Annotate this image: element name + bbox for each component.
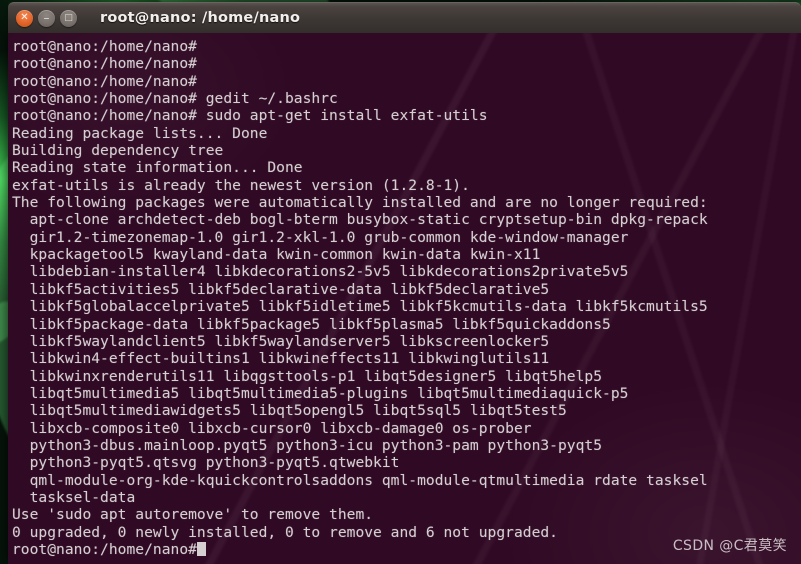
close-icon: ✕	[20, 12, 29, 23]
terminal-line: apt-clone archdetect-deb bogl-bterm busy…	[12, 211, 708, 229]
terminal-line: tasksel-data	[12, 488, 136, 506]
terminal-line: qml-module-org-kde-kquickcontrolsaddons …	[12, 471, 708, 489]
terminal-line: python3-pyqt5.qtsvg python3-pyqt5.qtwebk…	[12, 454, 400, 472]
terminal-line: exfat-utils is already the newest versio…	[12, 176, 470, 194]
close-button[interactable]: ✕	[16, 9, 33, 27]
terminal-line: root@nano:/home/nano#	[12, 72, 197, 90]
watermark-label: CSDN @C君莫笑	[672, 538, 787, 554]
minimize-button[interactable]: –	[38, 9, 55, 27]
terminal-line: Reading state information... Done	[12, 159, 303, 177]
terminal-line: libqt5multimedia5 libqt5multimedia5-plug…	[12, 384, 629, 402]
minimize-icon: –	[43, 11, 50, 25]
terminal-window[interactable]: ✕ – □ root@nano: /home/nano root@nano:/h…	[8, 2, 801, 564]
terminal-line: root@nano:/home/nano# sudo apt-get insta…	[12, 107, 488, 125]
maximize-button[interactable]: □	[60, 9, 77, 27]
terminal-line: The following packages were automaticall…	[12, 194, 708, 212]
terminal-body[interactable]: root@nano:/home/nano# root@nano:/home/nan…	[8, 33, 801, 564]
terminal-line: libkf5globalaccelprivate5 libkf5idletime…	[12, 298, 708, 316]
terminal-line: gir1.2-timezonemap-1.0 gir1.2-xkl-1.0 gr…	[12, 228, 629, 246]
terminal-line: libkf5package-data libkf5package5 libkf5…	[12, 315, 611, 333]
terminal-line: libxcb-composite0 libxcb-cursor0 libxcb-…	[12, 419, 532, 437]
window-title: root@nano: /home/nano	[100, 10, 301, 26]
terminal-line: kpackagetool5 kwayland-data kwin-common …	[12, 246, 541, 264]
window-titlebar[interactable]: ✕ – □ root@nano: /home/nano	[8, 2, 801, 33]
terminal-line: Use 'sudo apt autoremove' to remove them…	[12, 506, 374, 524]
terminal-line: libkf5waylandclient5 libkf5waylandserver…	[12, 332, 550, 350]
terminal-line: libdebian-installer4 libkdecorations2-5v…	[12, 263, 629, 281]
terminal-line: Reading package lists... Done	[12, 124, 268, 142]
terminal-line: libkwinxrenderutils11 libqgsttools-p1 li…	[12, 367, 603, 385]
terminal-line: python3-dbus.mainloop.pyqt5 python3-icu …	[12, 436, 603, 454]
maximize-icon: □	[64, 12, 73, 23]
terminal-line: libkf5activities5 libkf5declarative-data…	[12, 280, 550, 298]
terminal-line: libqt5multimediawidgets5 libqt5opengl5 l…	[12, 402, 567, 420]
terminal-line: root@nano:/home/nano#	[12, 55, 197, 73]
terminal-cursor	[196, 542, 206, 557]
terminal-screen[interactable]: root@nano:/home/nano# root@nano:/home/nan…	[12, 38, 801, 558]
terminal-line: libkwin4-effect-builtins1 libkwineffects…	[12, 350, 550, 368]
terminal-line: Building dependency tree	[12, 142, 224, 160]
terminal-line: root@nano:/home/nano#	[12, 38, 197, 55]
terminal-line: root@nano:/home/nano# gedit ~/.bashrc	[12, 90, 338, 108]
